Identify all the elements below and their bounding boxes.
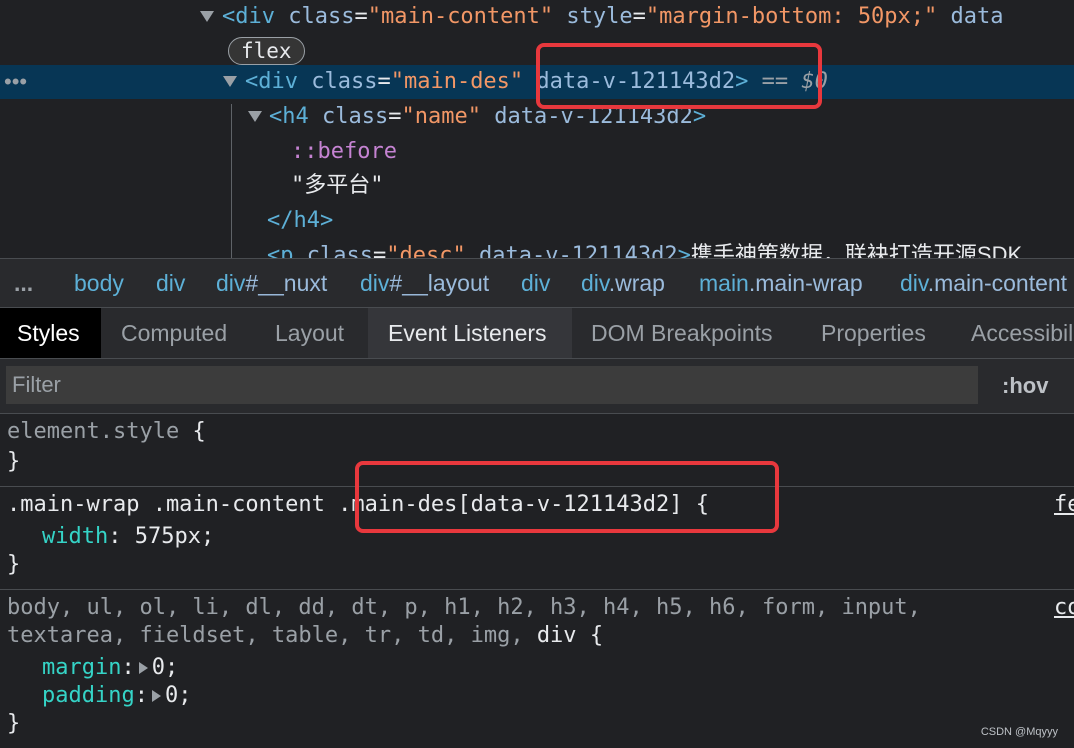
breadcrumb-item[interactable]: div (521, 259, 550, 307)
hov-toggle[interactable]: :hov (1002, 359, 1048, 413)
attr-name: class (288, 4, 355, 29)
property-value[interactable]: 0; (152, 655, 179, 680)
attr-name: data-v-121143d2 (478, 243, 678, 258)
breadcrumb-item[interactable]: div (156, 259, 185, 307)
property-value[interactable]: 0; (165, 683, 192, 708)
rule-brace: } (7, 711, 21, 736)
tab-layout[interactable]: Layout (275, 308, 344, 358)
property-name[interactable]: padding (42, 683, 135, 708)
rule-brace: { (192, 419, 206, 444)
highlight-box (536, 43, 822, 109)
rule-selector: element.style (7, 419, 180, 444)
expand-arrow-icon[interactable] (138, 662, 148, 674)
attr-name: data (950, 4, 1004, 29)
breadcrumb-more-button[interactable]: ... (14, 259, 33, 307)
tree-node-text[interactable]: "多平台" (0, 169, 1074, 203)
attr-value: "margin-bottom: 50px;" (645, 4, 938, 29)
property-name[interactable]: width (42, 524, 108, 549)
tab-accessibility[interactable]: Accessibility (971, 308, 1074, 358)
breadcrumb-item[interactable]: div.wrap (581, 259, 665, 307)
attr-name: class (311, 69, 378, 94)
attr-value: "name" (401, 104, 481, 129)
tab-dom-breakpoints[interactable]: DOM Breakpoints (591, 308, 773, 358)
rule-brace: { (589, 623, 604, 648)
breadcrumb: ... body div div#__nuxt div#__layout div… (0, 258, 1074, 308)
tab-event-listeners[interactable]: Event Listeners (368, 308, 572, 358)
breadcrumb-item[interactable]: div#__layout (360, 259, 489, 307)
text-node: 携手神策数据，联袂打造开源SDK (690, 242, 1023, 258)
property-row[interactable]: padding: 0; (42, 682, 191, 710)
more-dots-icon[interactable]: ••• (4, 65, 27, 99)
rule-reset: body, ul, ol, li, dl, dd, dt, p, h1, h2,… (0, 590, 1074, 748)
tag-open: <div (245, 69, 298, 94)
highlight-box (355, 461, 779, 533)
breadcrumb-item[interactable]: body (74, 259, 124, 307)
property-row[interactable]: width: 575px; (42, 523, 214, 551)
attr-name: class (306, 243, 373, 258)
tab-styles[interactable]: Styles (0, 308, 101, 358)
attr-value: "desc" (386, 243, 466, 258)
source-link[interactable]: fe (1054, 491, 1074, 519)
filter-input[interactable] (6, 366, 978, 404)
breadcrumb-item[interactable]: div#__nuxt (216, 259, 327, 307)
breadcrumb-item[interactable]: main.main-wrap (699, 259, 863, 307)
rule-brace: } (7, 449, 21, 474)
text-node: "多平台" (291, 173, 384, 198)
tree-node-main-content[interactable]: <div class="main-content" style="margin-… (0, 0, 1074, 34)
tag-open: <p (267, 243, 294, 258)
breadcrumb-item[interactable]: div.main-content (900, 259, 1067, 307)
expand-triangle-icon[interactable] (223, 76, 237, 87)
attr-value: "main-des" (390, 69, 524, 94)
tree-node-h4-close[interactable]: </h4> (0, 204, 1074, 238)
attr-name: style (566, 4, 633, 29)
tag-close: </h4> (267, 208, 334, 233)
watermark: CSDN @Mqyyy (980, 726, 1058, 738)
tab-computed[interactable]: Computed (121, 308, 227, 358)
expand-triangle-icon[interactable] (248, 111, 262, 122)
rule-selector: .main-wrap .main-content (7, 492, 325, 517)
tag-close: > (677, 243, 691, 258)
rule-selector-match: div (536, 623, 577, 648)
property-row[interactable]: margin: 0; (42, 654, 178, 682)
elements-tree: <div class="main-content" style="margin-… (0, 0, 1074, 258)
tab-properties[interactable]: Properties (821, 308, 926, 358)
filter-bar: :hov (0, 359, 1074, 414)
property-value[interactable]: 575px; (135, 524, 214, 549)
attr-value: "main-content" (367, 4, 554, 29)
sidebar-tabs: Styles Computed Layout Event Listeners D… (0, 308, 1074, 359)
tree-node-p[interactable]: <p class="desc" data-v-121143d2>携手神策数据，联… (0, 238, 1074, 258)
indent-guide (231, 104, 232, 258)
pseudo-element: ::before (291, 139, 397, 164)
rule-brace: } (7, 552, 21, 577)
tag-open: <h4 (269, 104, 309, 129)
flex-badge[interactable]: flex (228, 37, 305, 65)
tree-node-before[interactable]: ::before (0, 135, 1074, 169)
rule-selector: textarea, fieldset, table, tr, td, img, (7, 623, 524, 648)
rule-selector: body, ul, ol, li, dl, dd, dt, p, h1, h2,… (7, 595, 921, 620)
expand-triangle-icon[interactable] (200, 11, 214, 22)
tag-open: <div (222, 4, 275, 29)
property-name[interactable]: margin (42, 655, 121, 680)
expand-arrow-icon[interactable] (151, 690, 161, 702)
source-link[interactable]: co (1054, 594, 1074, 622)
attr-name: class (322, 104, 389, 129)
